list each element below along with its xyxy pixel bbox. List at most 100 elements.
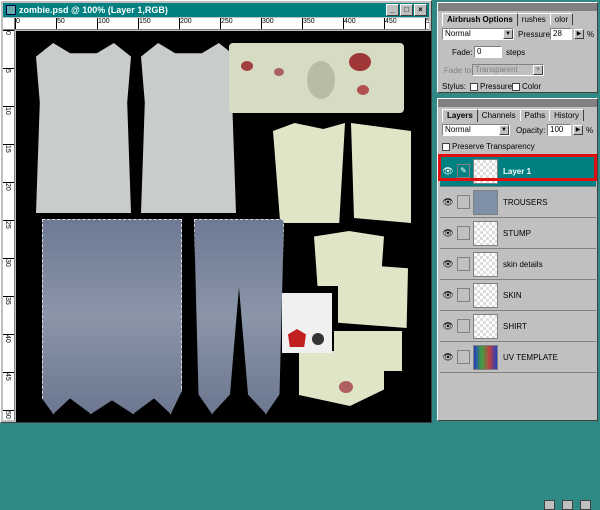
photoshop-icon — [6, 5, 16, 15]
eye-icon[interactable]: 👁 — [442, 351, 454, 363]
ruler-v-tick — [3, 410, 14, 411]
link-slot[interactable] — [457, 288, 470, 302]
blend-mode-select[interactable]: Normal ▼ — [442, 124, 510, 136]
layer-thumbnail — [473, 252, 498, 277]
tab-channels[interactable]: Channels — [476, 109, 521, 121]
trash-icon[interactable] — [580, 500, 591, 510]
ruler-v-label: 50 — [4, 411, 11, 419]
fade-input[interactable]: 0 — [474, 46, 502, 58]
link-slot[interactable] — [457, 350, 470, 364]
layer-row-uv-template[interactable]: 👁 UV TEMPLATE — [440, 341, 596, 372]
checkbox-icon — [512, 82, 520, 91]
eye-icon[interactable]: 👁 — [442, 258, 454, 270]
stump-texture — [282, 293, 332, 353]
opacity-label: Opacity: — [516, 126, 546, 135]
ruler-v-label: 0 — [4, 31, 11, 35]
tab-paths[interactable]: Paths — [519, 109, 551, 121]
panel-titlebar[interactable] — [438, 99, 597, 107]
layer-name: TROUSERS — [503, 198, 548, 207]
fade-to-value: Transparent — [475, 65, 518, 74]
link-slot[interactable] — [457, 319, 470, 333]
layer-row-stump[interactable]: 👁 STUMP — [440, 217, 596, 248]
ruler-h-tick — [138, 18, 139, 29]
eye-icon[interactable]: 👁 — [442, 320, 454, 332]
blend-mode-value: Normal — [445, 125, 471, 134]
dropdown-arrow-icon: ▼ — [533, 65, 543, 75]
ruler-v-tick — [3, 68, 14, 69]
ruler-v-tick — [3, 144, 14, 145]
checkbox-icon — [470, 82, 478, 91]
ruler-v-label: 45 — [4, 373, 11, 381]
ruler-v-tick — [3, 296, 14, 297]
opacity-input[interactable]: 100 — [547, 124, 571, 136]
ruler-v-tick — [3, 258, 14, 259]
fade-to-label: Fade to: — [444, 66, 474, 75]
pressure-slider-arrow-icon[interactable]: ▶ — [574, 29, 584, 39]
trousers-back-texture — [42, 219, 182, 414]
fade-to-select: Transparent ▼ — [472, 64, 544, 76]
image-canvas[interactable] — [16, 31, 431, 422]
tab-brushes[interactable]: rushes — [516, 13, 551, 25]
fade-unit: steps — [506, 48, 526, 57]
layer-row-shirt[interactable]: 👁 SHIRT — [440, 310, 596, 341]
airbrush-mode-value: Normal — [445, 29, 471, 38]
stylus-pressure-label: Pressure — [480, 82, 513, 91]
shirt-front-texture — [141, 43, 236, 213]
ruler-corner[interactable] — [3, 18, 15, 30]
eye-icon[interactable]: 👁 — [442, 227, 454, 239]
ruler-v-label: 30 — [4, 259, 11, 267]
maximize-icon[interactable]: □ — [400, 4, 413, 16]
eye-icon[interactable]: 👁 — [442, 196, 454, 208]
opacity-slider-arrow-icon[interactable]: ▶ — [573, 125, 583, 135]
layers-panel: Layers Channels Paths History Normal ▼ Op… — [437, 98, 598, 510]
ruler-h-label: 100 — [98, 18, 110, 25]
close-icon[interactable]: × — [414, 4, 427, 16]
pressure-unit: % — [587, 30, 595, 39]
ruler-v-tick — [3, 30, 14, 31]
minimize-icon[interactable]: _ — [386, 4, 399, 16]
ruler-v-tick — [3, 106, 14, 107]
layer-name: skin details — [503, 260, 543, 269]
airbrush-options-panel: Airbrush Options rushes olor Normal ▼ Pre… — [437, 2, 598, 93]
document-title: zombie.psd @ 100% (Layer 1,RGB) — [19, 5, 168, 15]
add-mask-icon[interactable] — [544, 500, 555, 510]
tab-layers[interactable]: Layers — [442, 109, 478, 122]
link-slot[interactable] — [457, 257, 470, 271]
layer-row-skin-details[interactable]: 👁 skin details — [440, 248, 596, 279]
pressure-input[interactable]: 28 — [550, 28, 572, 40]
stylus-color-checkbox[interactable]: Color — [512, 82, 541, 91]
stylus-pressure-checkbox[interactable]: Pressure — [470, 82, 512, 91]
ruler-h-tick — [97, 18, 98, 29]
head-texture — [229, 43, 404, 113]
layer-name: UV TEMPLATE — [503, 353, 558, 362]
horizontal-ruler[interactable]: 0 50 100 150 200 250 300 350 400 450 500 — [15, 18, 429, 30]
skin-texture-2 — [351, 123, 411, 223]
preserve-transparency-checkbox[interactable]: Preserve Transparency — [442, 142, 535, 151]
eye-icon[interactable]: 👁 — [442, 289, 454, 301]
ruler-v-label: 5 — [4, 69, 11, 73]
ruler-v-label: 35 — [4, 297, 11, 305]
vertical-ruler[interactable]: 0 5 10 15 20 25 30 35 40 45 50 — [3, 30, 15, 420]
link-slot[interactable] — [457, 226, 470, 240]
tab-color[interactable]: olor — [549, 13, 574, 25]
ruler-h-label: 150 — [139, 18, 151, 25]
layer-thumbnail — [473, 283, 498, 308]
layer-thumbnail — [473, 345, 498, 370]
ruler-h-label: 500 — [426, 18, 429, 25]
new-layer-icon[interactable] — [562, 500, 573, 510]
document-window: zombie.psd @ 100% (Layer 1,RGB) _ □ × 0 5… — [0, 0, 432, 423]
highlight-box — [438, 154, 597, 181]
document-titlebar[interactable]: zombie.psd @ 100% (Layer 1,RGB) _ □ × — [3, 3, 429, 17]
layer-row-trousers[interactable]: 👁 TROUSERS — [440, 186, 596, 217]
preserve-transparency-label: Preserve Transparency — [452, 142, 535, 151]
ruler-v-tick — [3, 334, 14, 335]
ruler-h-label: 300 — [262, 18, 274, 25]
ruler-h-label: 200 — [180, 18, 192, 25]
airbrush-mode-select[interactable]: Normal ▼ — [442, 28, 514, 40]
link-slot[interactable] — [457, 195, 470, 209]
tab-airbrush-options[interactable]: Airbrush Options — [442, 13, 518, 26]
tab-history[interactable]: History — [549, 109, 584, 121]
layer-row-skin[interactable]: 👁 SKIN — [440, 279, 596, 310]
ruler-v-label: 25 — [4, 221, 11, 229]
panel-titlebar[interactable] — [438, 3, 597, 11]
